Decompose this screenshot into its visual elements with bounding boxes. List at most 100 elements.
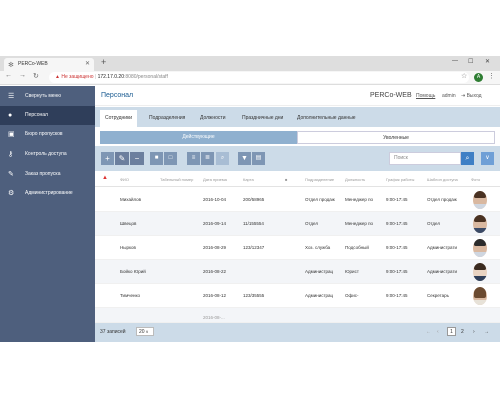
cell-name: Бойко Юрий	[120, 269, 146, 274]
cell-template: Отдел продаж	[427, 197, 457, 202]
page-2-button[interactable]: 2	[461, 329, 464, 335]
filter-icon[interactable]: ▼	[238, 152, 251, 165]
sidebar-item-pass-order[interactable]: ✎ Заказ пропуска	[0, 165, 95, 184]
col-tab-number[interactable]: Табельный номер	[160, 177, 193, 182]
next-page-icon[interactable]: ›	[473, 329, 475, 335]
edit-icon[interactable]: ✎	[115, 152, 129, 165]
list-icon[interactable]: ≡	[187, 152, 200, 165]
lock-icon[interactable]: ■	[150, 152, 163, 165]
sidebar-item-administration[interactable]: ⚙ Администрирование	[0, 184, 95, 203]
col-department[interactable]: Подразделение	[305, 177, 334, 182]
brand-logo: PERCo-WEB	[370, 92, 412, 99]
minimize-icon[interactable]: —	[452, 58, 458, 64]
col-hire-date[interactable]: Дата приема	[203, 177, 227, 182]
hamburger-icon: ☰	[8, 93, 15, 100]
gear-icon: ⚙	[8, 190, 15, 197]
remove-icon[interactable]: −	[130, 152, 144, 165]
chevron-down-icon[interactable]: ∨	[481, 152, 494, 165]
filter-active-button[interactable]: Действующие	[100, 131, 297, 144]
cell-hire-date: 2016-08-...	[203, 315, 225, 320]
cell-hire-date: 2016-08-22	[203, 269, 227, 274]
sidebar-item-access-control[interactable]: ⚷ Контроль доступа	[0, 145, 95, 164]
browser-tab[interactable]: ✻ PERCo-WEB ✕	[4, 58, 94, 71]
tab-employees[interactable]: Сотрудники	[100, 110, 138, 127]
last-page-icon[interactable]: →	[484, 329, 489, 335]
cell-name: Михайлов	[120, 197, 142, 202]
cell-department: Отдел продаж	[305, 197, 335, 202]
col-name[interactable]: ФИО	[120, 177, 129, 182]
cell-position: Менеджер по	[345, 197, 374, 202]
page-size-select[interactable]: 20 ∨	[136, 327, 154, 336]
sidebar-item-collapse[interactable]: ☰ Свернуть меню	[0, 87, 95, 106]
col-card[interactable]: Карта	[243, 177, 254, 182]
search-icon[interactable]: ⌕	[461, 152, 474, 165]
cell-position: Менеджер по	[345, 221, 374, 226]
employee-photo	[473, 263, 487, 281]
maximize-icon[interactable]: ☐	[468, 58, 473, 65]
employee-photo	[473, 287, 487, 305]
forward-icon[interactable]: →	[19, 72, 26, 79]
cell-position: Офис-	[345, 293, 359, 298]
cell-schedule: 9:00-17:45	[386, 197, 408, 202]
cell-card: 11/155554	[243, 221, 264, 226]
close-window-icon[interactable]: ✕	[485, 58, 490, 65]
cell-schedule: 9:00-17:45	[386, 245, 408, 250]
unlock-icon[interactable]: □	[164, 152, 177, 165]
cell-template: Администрати	[427, 245, 458, 250]
add-icon[interactable]: +	[101, 152, 114, 165]
cell-template: Администрати	[427, 269, 458, 274]
pass-order-icon: ✎	[8, 171, 14, 178]
cell-hire-date: 2016-08-29	[203, 245, 227, 250]
url-path: :8080/personal/staff	[124, 74, 168, 80]
url-field[interactable]: ▲ Не защищено | 172.17.0.20:8080/persona…	[49, 72, 469, 83]
cell-schedule: 9:00-17:45	[386, 269, 408, 274]
col-access-template[interactable]: Шаблон доступа	[427, 177, 458, 182]
cell-department: Администрац	[305, 293, 334, 298]
bookmark-star-icon[interactable]: ☆	[461, 72, 467, 80]
cell-hire-date: 2016-10-04	[203, 197, 227, 202]
first-page-icon[interactable]: ←	[426, 329, 431, 335]
back-icon[interactable]: ←	[5, 72, 12, 79]
tab-positions[interactable]: Должности	[200, 110, 226, 127]
sidebar-item-pass-office[interactable]: ▣ Бюро пропусков	[0, 125, 95, 144]
list-edit-icon[interactable]: ≣	[201, 152, 214, 165]
page-1-button[interactable]: 1	[447, 327, 456, 336]
col-schedule[interactable]: График работы	[386, 177, 414, 182]
close-tab-icon[interactable]: ✕	[85, 58, 90, 71]
col-position[interactable]: Должность	[345, 177, 365, 182]
list-search-icon[interactable]: ⌕	[216, 152, 229, 165]
warning-column-icon: ▲	[102, 175, 108, 181]
filter-dismissed-button[interactable]: Уволенные	[297, 131, 495, 144]
reload-icon[interactable]: ↻	[33, 72, 39, 80]
table-row[interactable]	[95, 308, 500, 323]
employee-photo	[473, 239, 487, 257]
record-count: 37 записей	[100, 329, 126, 335]
logout-link[interactable]: ⇥ Выход	[461, 93, 482, 99]
col-photo[interactable]: Фото	[471, 177, 480, 182]
cell-hire-date: 2016-09-14	[203, 221, 227, 226]
cell-hire-date: 2016-08-12	[203, 293, 227, 298]
key-icon: ⚷	[8, 151, 14, 158]
table-view-icon[interactable]: ▤	[252, 152, 265, 165]
user-card-icon: ▣	[8, 131, 15, 138]
cell-position: Подсобный	[345, 245, 369, 250]
prev-page-icon[interactable]: ‹	[437, 329, 439, 335]
cell-department: Администрац	[305, 269, 334, 274]
lock-column-icon: ■	[285, 177, 288, 182]
cell-schedule: 9:00-17:45	[386, 293, 408, 298]
cell-card: 123/35555	[243, 293, 265, 298]
url-warning: Не защищено	[61, 74, 94, 80]
sidebar-item-personnel[interactable]: ● Персонал	[0, 106, 95, 125]
cell-card: 200/58965	[243, 197, 265, 202]
search-input[interactable]: Поиск	[389, 152, 461, 165]
cell-name: Тимченко	[120, 293, 141, 298]
account-avatar[interactable]: A	[474, 73, 483, 82]
cell-schedule: 9:00-17:45	[386, 221, 408, 226]
browser-menu-icon[interactable]: ⋮	[488, 72, 495, 80]
tab-departments[interactable]: Подразделения	[149, 110, 185, 127]
new-tab-button[interactable]: +	[101, 57, 106, 67]
tab-holidays[interactable]: Праздничные дни	[242, 110, 283, 127]
help-link[interactable]: Помощь	[416, 93, 435, 99]
employee-photo	[473, 215, 487, 233]
tab-additional-data[interactable]: Дополнительные данные	[297, 110, 356, 127]
